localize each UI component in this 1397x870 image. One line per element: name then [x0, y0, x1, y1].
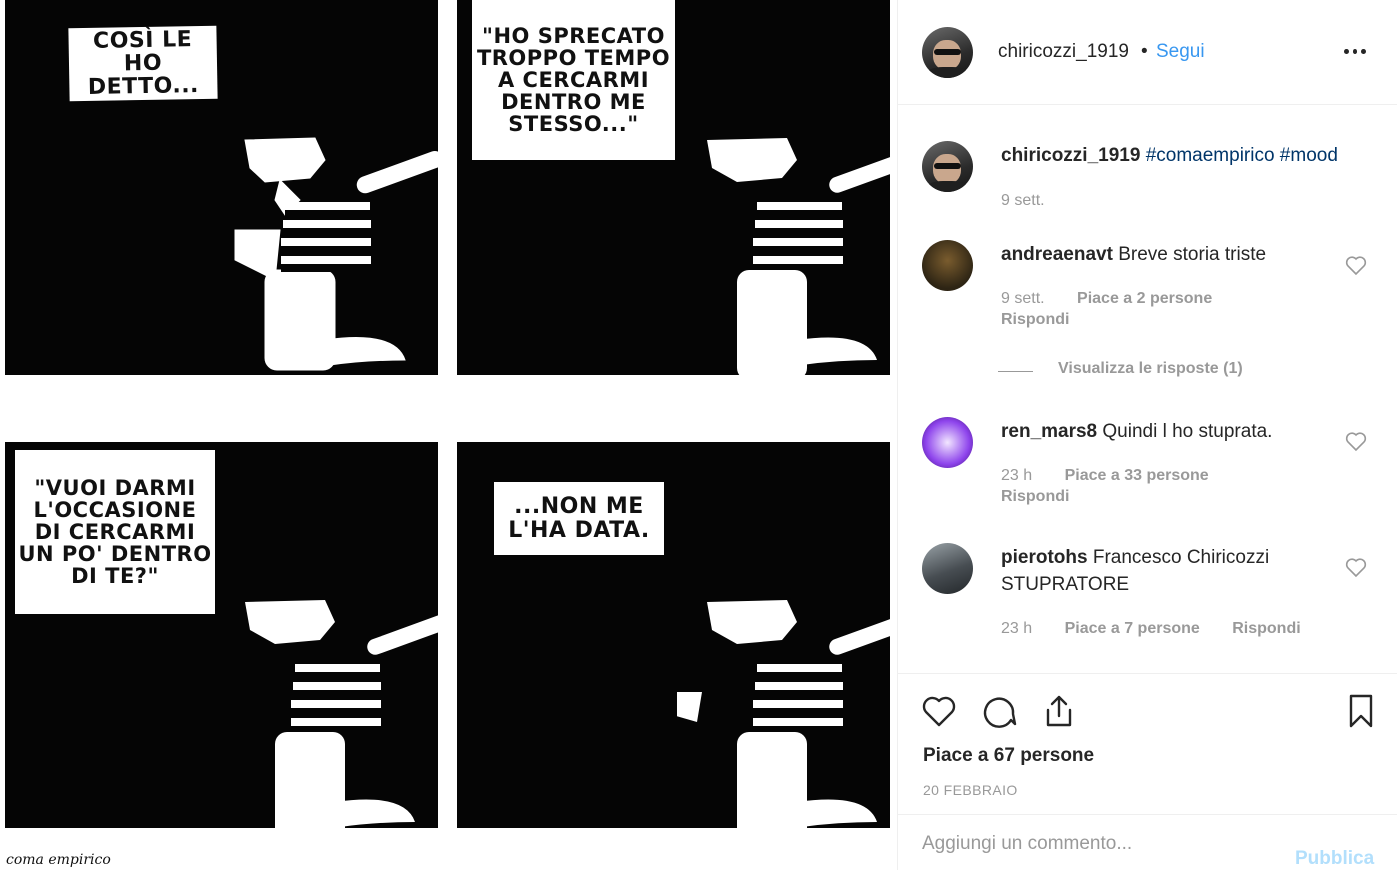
comment-time[interactable]: 23 h	[1001, 467, 1032, 484]
comment-meta: 23 h Piace a 7 persone Rispondi	[1001, 618, 1329, 639]
likes-count[interactable]: Piace a 67 persone	[923, 745, 1094, 767]
comment-heart-icon[interactable]	[1344, 555, 1368, 579]
comment-input[interactable]	[922, 833, 1282, 855]
follow-button[interactable]: Segui	[1156, 41, 1205, 63]
comment-heart-icon[interactable]	[1344, 253, 1368, 277]
crocodile-character-3	[245, 600, 438, 836]
comment-time[interactable]: 23 h	[1001, 620, 1032, 637]
speech-bubble-3: "VUOI DARMI L'OCCASIONE DI CERCARMI UN P…	[15, 450, 215, 614]
more-horizontal-icon[interactable]	[1342, 38, 1368, 64]
reply-button[interactable]: Rispondi	[1001, 311, 1069, 328]
crocodile-character-1	[234, 137, 438, 371]
reply-button[interactable]: Rispondi	[1232, 620, 1300, 637]
caption-time[interactable]: 9 sett.	[1001, 192, 1045, 209]
post-sidebar: chiricozzi_1919 • Segui chiricozzi_1919 …	[897, 0, 1397, 870]
caption: chiricozzi_1919 #comaempirico #mood	[1001, 142, 1346, 169]
caption-username[interactable]: chiricozzi_1919	[1001, 145, 1140, 166]
bookmark-icon[interactable]	[1342, 692, 1380, 730]
post-actions: Piace a 67 persone 20 FEBBRAIO	[898, 673, 1397, 813]
comment-username[interactable]: ren_mars8	[1001, 421, 1097, 442]
comic-panel-3: "VUOI DARMI L'OCCASIONE DI CERCARMI UN P…	[5, 442, 438, 836]
comment-text: Breve storia triste	[1118, 244, 1267, 265]
post-header: chiricozzi_1919 • Segui	[898, 0, 1397, 105]
comment-time[interactable]: 9 sett.	[1001, 290, 1045, 307]
comment-likes[interactable]: Piace a 2 persone	[1077, 290, 1212, 307]
caption-avatar[interactable]	[922, 141, 973, 192]
comment-icon[interactable]	[980, 692, 1018, 730]
crocodile-character-2	[707, 138, 890, 380]
comment-username[interactable]: andreaenavt	[1001, 244, 1113, 265]
publish-button[interactable]: Pubblica	[1295, 848, 1374, 870]
avatar[interactable]	[922, 27, 973, 78]
add-comment-bar: Pubblica	[898, 814, 1397, 870]
header-username[interactable]: chiricozzi_1919	[998, 41, 1129, 63]
share-icon[interactable]	[1040, 692, 1078, 730]
speech-bubble-1: COSÌ LE HO DETTO...	[68, 25, 218, 102]
speech-bubble-2: "HO SPRECATO TROPPO TEMPO A CERCARMI DEN…	[472, 0, 675, 160]
comment-meta: 9 sett. Piace a 2 persone	[1001, 288, 1240, 309]
speech-bubble-4: ...NON ME L'HA DATA.	[494, 482, 664, 555]
caption-meta: 9 sett.	[1001, 190, 1073, 211]
comic-panel-4: ...NON ME L'HA DATA.	[457, 442, 890, 836]
comment-avatar-andreaenavt[interactable]	[922, 240, 973, 291]
comment-heart-icon[interactable]	[1344, 429, 1368, 453]
comment-avatar-ren_mars8[interactable]	[922, 417, 973, 468]
heart-icon[interactable]	[920, 692, 958, 730]
post-date[interactable]: 20 FEBBRAIO	[923, 782, 1018, 798]
comic-panel-2: "HO SPRECATO TROPPO TEMPO A CERCARMI DEN…	[457, 0, 890, 383]
comment-likes[interactable]: Piace a 7 persone	[1065, 620, 1200, 637]
comment-avatar-pierotohs[interactable]	[922, 543, 973, 594]
comic-panel-1: COSÌ LE HO DETTO...	[5, 0, 438, 383]
comment-username[interactable]: pierotohs	[1001, 547, 1088, 568]
comment-text: Quindi l ho stuprata.	[1102, 421, 1273, 442]
artist-signature: coma empirico	[6, 852, 111, 868]
view-replies-button[interactable]: Visualizza le risposte (1)	[1058, 360, 1243, 378]
replies-divider	[998, 371, 1033, 372]
crocodile-character-4	[677, 600, 890, 836]
comment: andreaenavt Breve storia triste	[1001, 241, 1346, 268]
comment: ren_mars8 Quindi l ho stuprata.	[1001, 418, 1346, 445]
comment-meta: 23 h Piace a 33 persone	[1001, 465, 1237, 486]
comments-list[interactable]: chiricozzi_1919 #comaempirico #mood 9 se…	[898, 106, 1397, 672]
post-image[interactable]: COSÌ LE HO DETTO... "HO SPRECATO TROPPO …	[0, 0, 897, 870]
caption-hashtags[interactable]: #comaempirico #mood	[1146, 145, 1338, 166]
comment: pierotohs Francesco Chiricozzi STUPRATOR…	[1001, 544, 1346, 598]
reply-button[interactable]: Rispondi	[1001, 488, 1069, 505]
separator-dot: •	[1141, 41, 1148, 62]
comment-likes[interactable]: Piace a 33 persone	[1065, 467, 1209, 484]
